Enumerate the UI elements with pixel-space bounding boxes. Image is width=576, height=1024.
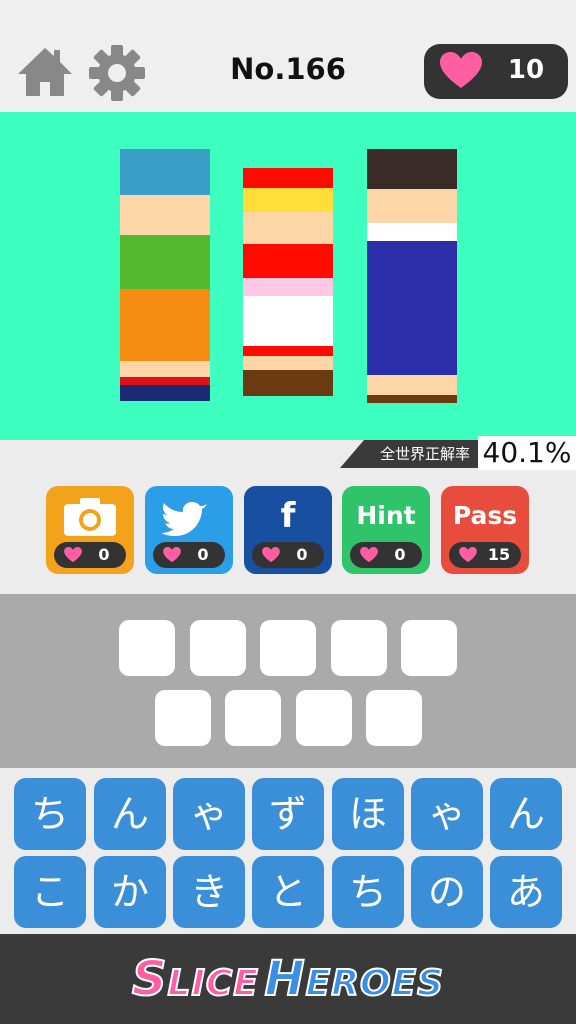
heart-icon bbox=[440, 52, 482, 88]
heart-icon bbox=[64, 547, 82, 563]
kana-key[interactable]: ゃ bbox=[411, 778, 483, 850]
strip-band bbox=[367, 375, 457, 395]
kana-key[interactable]: ん bbox=[490, 778, 562, 850]
heart-icon bbox=[360, 547, 378, 563]
strip-band bbox=[120, 385, 210, 401]
character-strip-1 bbox=[120, 149, 210, 401]
puzzle-image bbox=[0, 112, 576, 440]
camera-cost: 0 bbox=[54, 542, 126, 568]
strip-band bbox=[367, 223, 457, 241]
strip-band bbox=[120, 235, 210, 289]
global-correct-rate-label: 全世界正解率 bbox=[340, 440, 478, 468]
kana-key[interactable]: ち bbox=[14, 778, 86, 850]
kana-key[interactable]: か bbox=[94, 856, 166, 928]
strip-band bbox=[243, 346, 333, 356]
strip-band bbox=[243, 244, 333, 278]
pass-label: Pass bbox=[452, 501, 518, 530]
kana-key[interactable]: ん bbox=[94, 778, 166, 850]
answer-slot[interactable] bbox=[296, 690, 352, 746]
game-logo: SLICE HEROES bbox=[131, 950, 445, 1008]
answer-slot[interactable] bbox=[260, 620, 316, 676]
kana-key[interactable]: ち bbox=[332, 856, 404, 928]
answer-area bbox=[0, 594, 576, 768]
facebook-cost: 0 bbox=[252, 542, 324, 568]
facebook-button[interactable]: f 0 bbox=[244, 486, 332, 574]
twitter-bird-icon bbox=[145, 496, 233, 536]
hearts-count: 10 bbox=[507, 55, 545, 85]
powerup-bar: 0 0 f 0 Hint 0 Pass 15 bbox=[0, 470, 576, 594]
heart-icon bbox=[459, 547, 477, 563]
answer-slot[interactable] bbox=[366, 690, 422, 746]
facebook-icon: f bbox=[280, 496, 296, 536]
strip-band bbox=[367, 241, 457, 375]
answer-slot[interactable] bbox=[225, 690, 281, 746]
camera-button[interactable]: 0 bbox=[46, 486, 134, 574]
camera-icon bbox=[46, 496, 134, 536]
heart-icon bbox=[163, 547, 181, 563]
footer-banner: SLICE HEROES bbox=[0, 934, 576, 1024]
strip-band bbox=[243, 188, 333, 212]
strip-band bbox=[243, 212, 333, 244]
kana-key[interactable]: の bbox=[411, 856, 483, 928]
strip-band bbox=[120, 361, 210, 377]
settings-button[interactable] bbox=[88, 44, 146, 102]
gear-icon bbox=[89, 45, 145, 101]
kana-key[interactable]: ほ bbox=[332, 778, 404, 850]
kana-keyboard: ち ん ゃ ず ほ ゃ ん こ か き と ち の あ bbox=[0, 768, 576, 934]
global-correct-rate-value: 40.1% bbox=[478, 436, 576, 470]
strip-band bbox=[120, 149, 210, 195]
answer-slot[interactable] bbox=[155, 690, 211, 746]
strip-band bbox=[120, 377, 210, 385]
hint-button[interactable]: Hint 0 bbox=[342, 486, 430, 574]
strip-band bbox=[243, 356, 333, 370]
level-number: No.166 bbox=[230, 52, 346, 86]
hearts-counter[interactable]: 10 bbox=[424, 44, 568, 99]
home-button[interactable] bbox=[16, 44, 74, 100]
strip-band bbox=[120, 195, 210, 235]
kana-key[interactable]: ず bbox=[252, 778, 324, 850]
strip-band bbox=[243, 278, 333, 296]
strip-band bbox=[120, 289, 210, 361]
strip-band bbox=[243, 370, 333, 396]
top-bar: No.166 10 bbox=[0, 0, 576, 112]
strip-band bbox=[367, 149, 457, 189]
answer-slot[interactable] bbox=[401, 620, 457, 676]
character-strip-2 bbox=[243, 168, 333, 396]
twitter-button[interactable]: 0 bbox=[145, 486, 233, 574]
answer-slot[interactable] bbox=[331, 620, 387, 676]
hint-label: Hint bbox=[356, 501, 416, 530]
hint-cost: 0 bbox=[350, 542, 422, 568]
pass-cost: 15 bbox=[449, 542, 521, 568]
strip-band bbox=[367, 395, 457, 403]
twitter-cost: 0 bbox=[153, 542, 225, 568]
home-icon bbox=[18, 48, 72, 96]
kana-key[interactable]: あ bbox=[490, 856, 562, 928]
kana-key[interactable]: と bbox=[252, 856, 324, 928]
kana-key[interactable]: こ bbox=[14, 856, 86, 928]
strip-band bbox=[367, 189, 457, 223]
heart-icon bbox=[262, 547, 280, 563]
kana-key[interactable]: き bbox=[173, 856, 245, 928]
strip-band bbox=[243, 296, 333, 346]
answer-slot[interactable] bbox=[119, 620, 175, 676]
strip-band bbox=[243, 168, 333, 188]
answer-slot[interactable] bbox=[190, 620, 246, 676]
kana-key[interactable]: ゃ bbox=[173, 778, 245, 850]
character-strip-3 bbox=[367, 149, 457, 403]
pass-button[interactable]: Pass 15 bbox=[441, 486, 529, 574]
